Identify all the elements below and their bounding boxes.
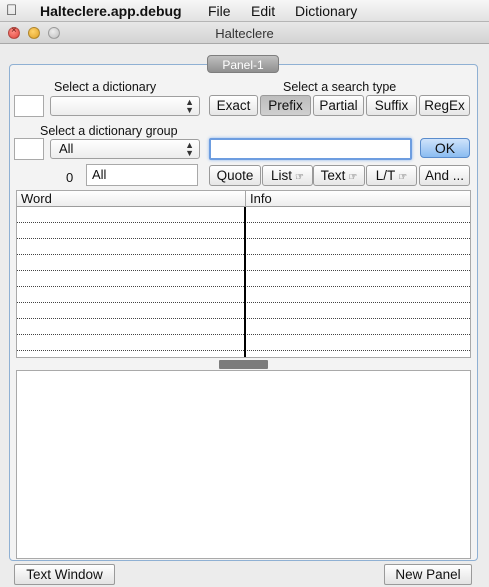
filter-input[interactable]: All — [86, 164, 198, 186]
partial-button[interactable]: Partial — [313, 95, 364, 116]
group-color-box — [14, 138, 44, 160]
search-type-label: Select a search type — [283, 80, 397, 94]
group-select[interactable]: All ▲ ▼ — [50, 139, 200, 159]
text-window-button[interactable]: Text Window — [14, 564, 115, 585]
pointing-hand-icon: ☞ — [295, 172, 304, 183]
group-select-value: All — [59, 141, 74, 156]
search-input[interactable] — [209, 138, 412, 160]
quote-button[interactable]: Quote — [209, 165, 261, 186]
list-button[interactable]: List ☞ — [262, 165, 313, 186]
window-titlebar: × Halteclere — [0, 22, 489, 44]
column-divider[interactable] — [244, 207, 246, 357]
prefix-button[interactable]: Prefix — [260, 95, 311, 116]
text-output-area[interactable] — [16, 370, 471, 559]
menu-file[interactable]: File — [208, 3, 231, 19]
quote-label: Quote — [216, 168, 254, 183]
group-label: Select a dictionary group — [40, 124, 178, 138]
list-label: List — [271, 168, 293, 183]
column-header-info[interactable]: Info — [245, 191, 470, 207]
pointing-hand-icon: ☞ — [348, 172, 358, 183]
menu-app-name[interactable]: Halteclere.app.debug — [40, 3, 182, 19]
exact-button[interactable]: Exact — [209, 95, 258, 116]
select-arrows-icon: ▲ ▼ — [185, 140, 194, 158]
dictionary-label: Select a dictionary — [54, 80, 157, 94]
results-table[interactable]: Word Info — [16, 190, 471, 358]
menu-dictionary[interactable]: Dictionary — [295, 3, 357, 19]
regex-button[interactable]: RegEx — [419, 95, 470, 116]
result-count: 0 — [66, 170, 74, 185]
dictionary-select[interactable]: ▲ ▼ — [50, 96, 200, 116]
text-button[interactable]: Text ☞ — [313, 165, 365, 186]
menu-bar:  Halteclere.app.debug File Edit Diction… — [0, 0, 489, 22]
apple-icon[interactable]:  — [6, 2, 17, 19]
dictionary-color-box — [14, 95, 44, 117]
lt-label: L/T — [375, 168, 396, 183]
and-button[interactable]: And ... — [419, 165, 470, 186]
split-view-handle[interactable] — [219, 360, 268, 369]
pointing-hand-icon: ☞ — [398, 172, 408, 183]
ok-button[interactable]: OK — [420, 138, 470, 158]
select-arrows-icon: ▲ ▼ — [185, 97, 194, 115]
new-panel-button[interactable]: New Panel — [384, 564, 472, 585]
suffix-button[interactable]: Suffix — [366, 95, 417, 116]
panel-tab[interactable]: Panel-1 — [207, 55, 279, 73]
menu-edit[interactable]: Edit — [251, 3, 275, 19]
window-title: Halteclere — [215, 26, 274, 41]
lt-button[interactable]: L/T ☞ — [366, 165, 417, 186]
column-header-word[interactable]: Word — [17, 191, 245, 207]
text-label: Text — [320, 168, 346, 183]
